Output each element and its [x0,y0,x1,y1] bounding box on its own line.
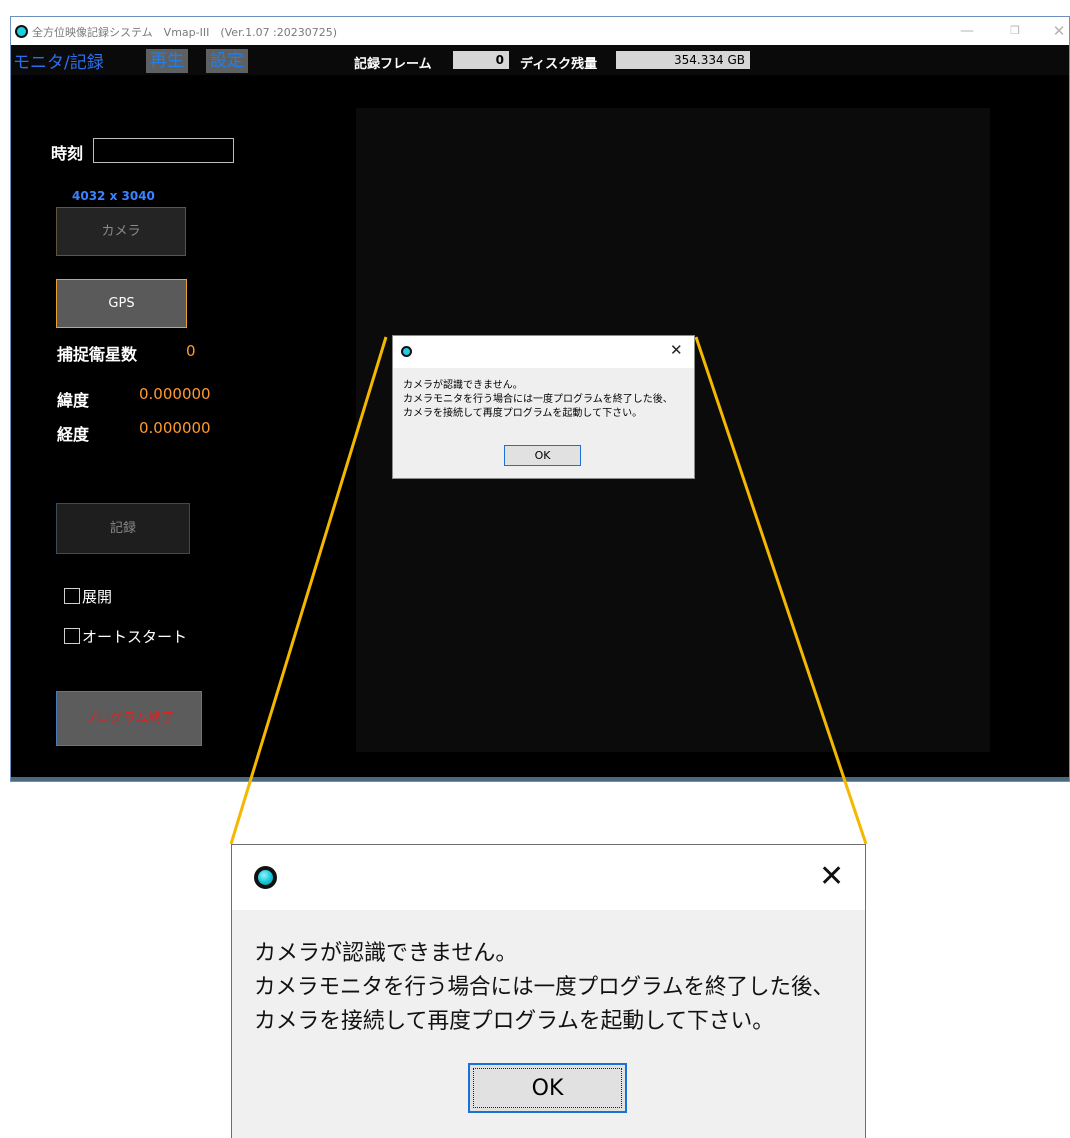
zoomed-dialog-close-button[interactable]: ✕ [819,859,844,894]
zoomed-dialog-title-bar: ✕ [232,845,865,910]
zoomed-dialog-ok-button[interactable]: OK [468,1063,627,1113]
zoomed-dialog-ok-label: OK [473,1068,622,1108]
zoomed-dialog-message-line: カメラモニタを行う場合には一度プログラムを終了した後、 [254,975,834,1000]
zoomed-dialog-app-icon [254,866,277,889]
zoomed-dialog-message-line: カメラが認識できません。 [254,941,518,966]
camera-error-dialog-zoomed: ✕ カメラが認識できません。 カメラモニタを行う場合には一度プログラムを終了した… [231,844,866,1138]
zoomed-dialog-message-line: カメラを接続して再度プログラムを起動して下さい。 [254,1009,774,1034]
callout-line-right [694,336,868,845]
callout-line-left [229,336,388,845]
